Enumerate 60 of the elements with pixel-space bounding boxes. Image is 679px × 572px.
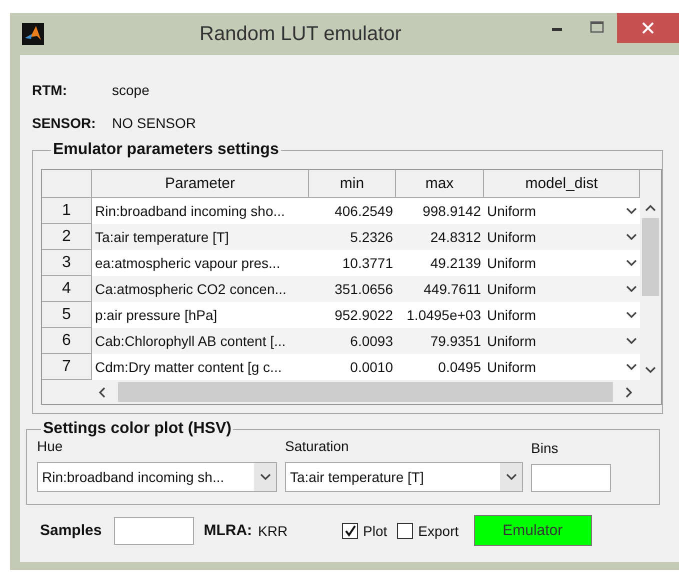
info-value: scope — [112, 82, 150, 98]
emulator-button[interactable]: Emulator — [474, 515, 592, 546]
table-cell: 0.0495 — [396, 354, 484, 380]
bins-field[interactable] — [531, 464, 611, 492]
hue-dropdown[interactable]: Rin:broadband incoming sh... — [37, 462, 277, 492]
samples-field[interactable] — [114, 516, 194, 544]
caret-icon — [626, 363, 637, 371]
caret-icon — [626, 207, 637, 215]
checkbox[interactable] — [397, 522, 414, 538]
hue-label: Hue — [37, 438, 64, 454]
checkbox[interactable] — [342, 522, 358, 538]
saturation-label: Saturation — [285, 438, 350, 454]
table-cell: 998.9142 — [396, 198, 484, 224]
minimize-icon — [552, 28, 562, 31]
panel-title: Settings color plot (HSV) — [42, 420, 232, 438]
scroll-up-icon — [644, 204, 656, 212]
scroll-down-icon — [644, 366, 656, 374]
caret-icon — [626, 285, 637, 293]
table-cell: Rin:broadband incoming sho... — [92, 198, 309, 224]
scroll-left-icon — [98, 386, 106, 398]
table-cell: 0.0010 — [309, 354, 396, 380]
window-title: Random LUT emulator — [198, 22, 402, 46]
scroll-right-icon — [625, 386, 633, 398]
distribution-dropdown[interactable]: Uniform — [484, 250, 640, 276]
caret-icon — [506, 473, 516, 481]
caret-icon — [626, 337, 637, 345]
distribution-dropdown[interactable]: Uniform — [484, 302, 640, 328]
table-cell: 406.2549 — [309, 198, 396, 224]
app-logo-icon — [22, 23, 44, 45]
column-header[interactable]: min — [309, 170, 396, 198]
table-cell: 952.9022 — [309, 302, 396, 328]
info-value: NO SENSOR — [112, 114, 196, 130]
info-label: SENSOR: — [32, 114, 97, 130]
column-header[interactable]: Parameter — [92, 170, 309, 198]
table-cell: 1.0495e+03 — [396, 302, 484, 328]
table-cell: ea:atmospheric vapour pres... — [92, 250, 309, 276]
caret-icon — [626, 311, 637, 319]
saturation-dropdown[interactable]: Ta:air temperature [T] — [285, 462, 523, 492]
distribution-dropdown[interactable]: Uniform — [484, 198, 640, 224]
checkbox-label: Export — [418, 522, 459, 538]
checkbox-label: Plot — [363, 522, 388, 538]
caret-icon — [260, 473, 270, 481]
table-cell: 10.3771 — [309, 250, 396, 276]
close-button[interactable] — [617, 13, 679, 43]
info-label: RTM: — [32, 82, 68, 98]
mlra-value: KRR — [258, 522, 289, 538]
caret-icon — [626, 259, 637, 267]
caret-icon — [626, 233, 637, 241]
close-icon — [642, 22, 654, 34]
column-header[interactable]: max — [396, 170, 484, 198]
mlra-label: MLRA: — [204, 522, 252, 539]
table-cell: Cdm:Dry matter content [g c... — [92, 354, 309, 380]
distribution-dropdown[interactable]: Uniform — [484, 354, 640, 380]
table-cell: 49.2139 — [396, 250, 484, 276]
column-header[interactable]: model_dist — [484, 170, 640, 198]
table-cell: p:air pressure [hPa] — [92, 302, 309, 328]
samples-label: Samples — [40, 522, 102, 539]
maximize-icon — [590, 21, 604, 33]
bins-label: Bins — [531, 440, 560, 456]
panel-title: Emulator parameters settings — [52, 141, 280, 159]
